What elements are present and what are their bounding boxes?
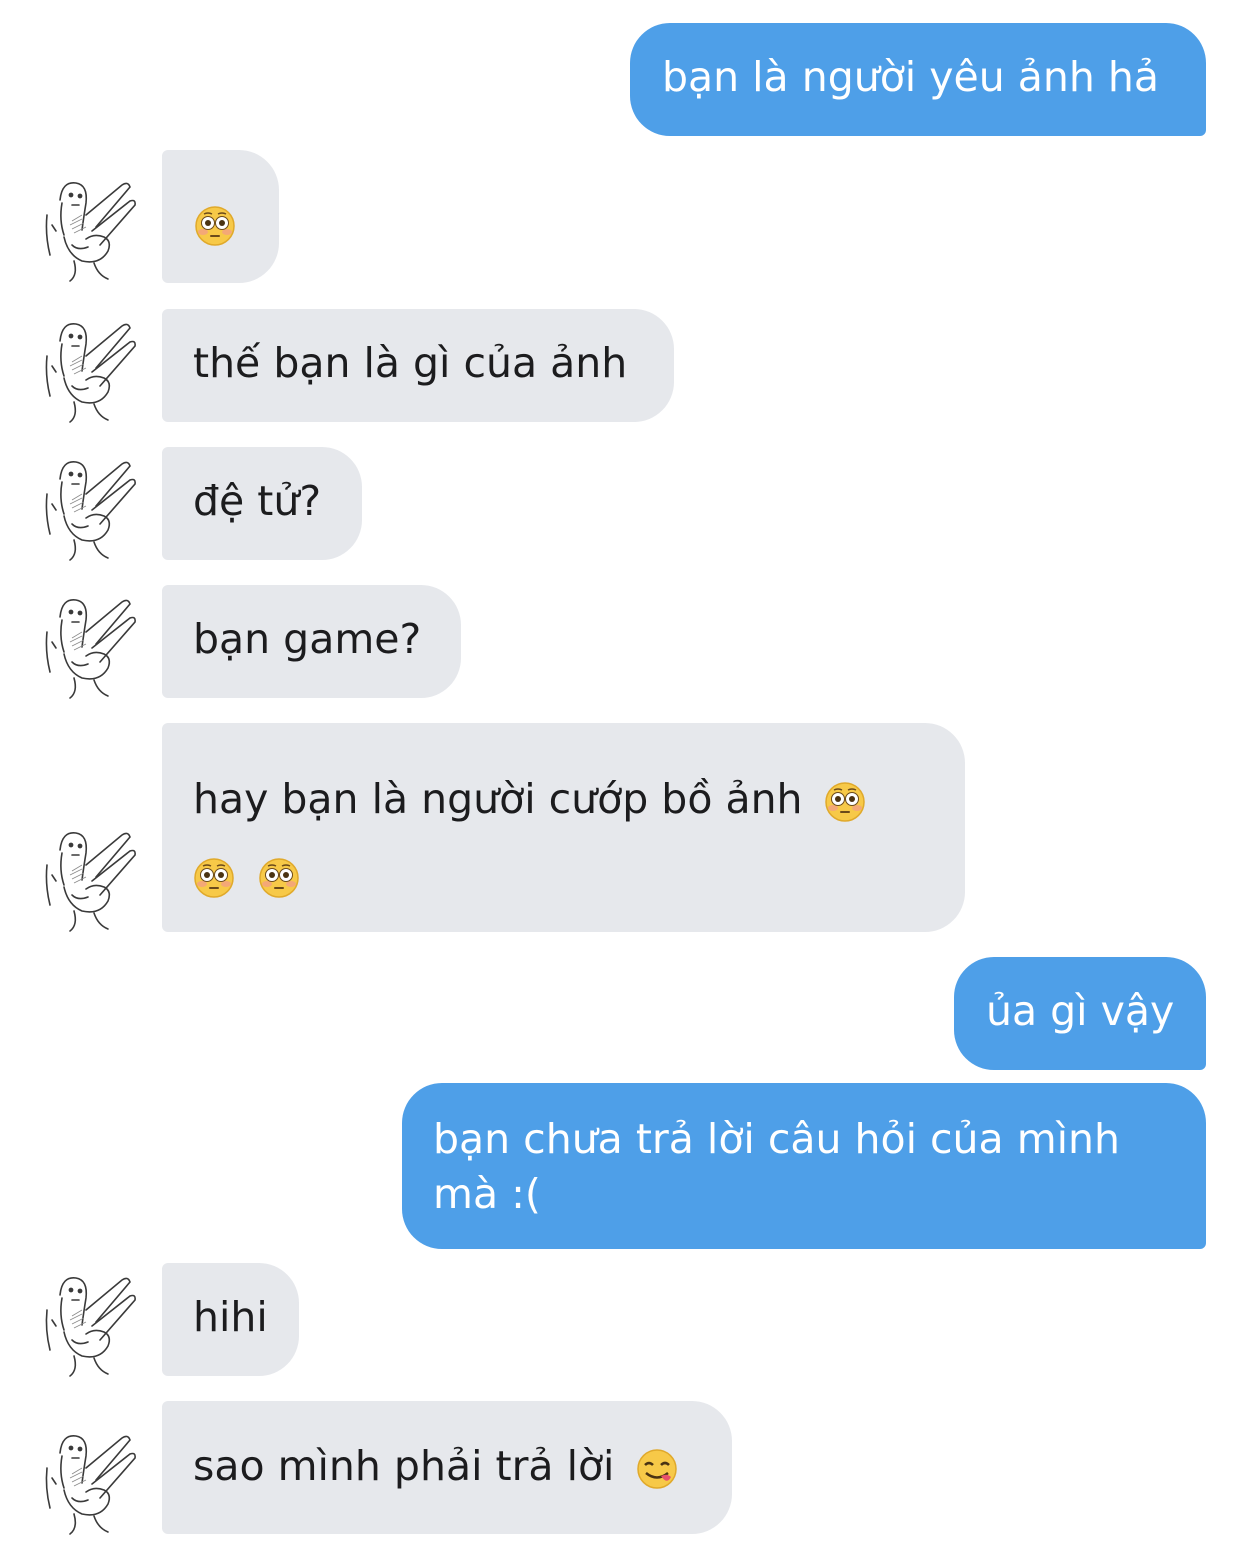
message-text: đệ tử?: [193, 477, 322, 525]
avatar[interactable]: [42, 1270, 142, 1380]
avatar[interactable]: [42, 454, 142, 564]
message-bubble-sent[interactable]: bạn chưa trả lời câu hỏi của mình mà :(: [402, 1083, 1206, 1249]
message-text: bạn chưa trả lời câu hỏi của mình mà :(: [433, 1115, 1120, 1218]
message-bubble-received[interactable]: hay bạn là người cướp bồ ảnh: [162, 723, 965, 932]
message-text: bạn là người yêu ảnh hả: [662, 53, 1159, 101]
message-bubble-received[interactable]: hihi: [162, 1263, 299, 1376]
avatar[interactable]: [42, 316, 142, 426]
message-text: sao mình phải trả lời: [193, 1442, 615, 1490]
message-bubble-received[interactable]: [162, 150, 279, 283]
message-text: thế bạn là gì của ảnh: [193, 339, 628, 387]
avatar[interactable]: [42, 825, 142, 935]
avatar[interactable]: [42, 175, 142, 285]
message-bubble-received[interactable]: đệ tử?: [162, 447, 362, 560]
message-bubble-sent[interactable]: ủa gì vậy: [954, 957, 1206, 1070]
flushed-face-emoji-icon: [824, 781, 866, 823]
message-bubble-received[interactable]: thế bạn là gì của ảnh: [162, 309, 674, 422]
face-savoring-food-emoji-icon: [636, 1448, 678, 1490]
message-bubble-received[interactable]: bạn game?: [162, 585, 461, 698]
message-bubble-received[interactable]: sao mình phải trả lời: [162, 1401, 732, 1534]
message-text: hihi: [193, 1293, 268, 1341]
avatar[interactable]: [42, 592, 142, 702]
avatar[interactable]: [42, 1428, 142, 1538]
flushed-face-emoji-icon: [193, 857, 235, 899]
flushed-face-emoji-icon: [258, 857, 300, 899]
message-text: hay bạn là người cướp bồ ảnh: [193, 775, 803, 823]
message-text: bạn game?: [193, 615, 422, 663]
message-text: ủa gì vậy: [986, 987, 1175, 1035]
message-bubble-sent[interactable]: bạn là người yêu ảnh hả: [630, 23, 1206, 136]
flushed-face-emoji-icon: [194, 205, 236, 247]
